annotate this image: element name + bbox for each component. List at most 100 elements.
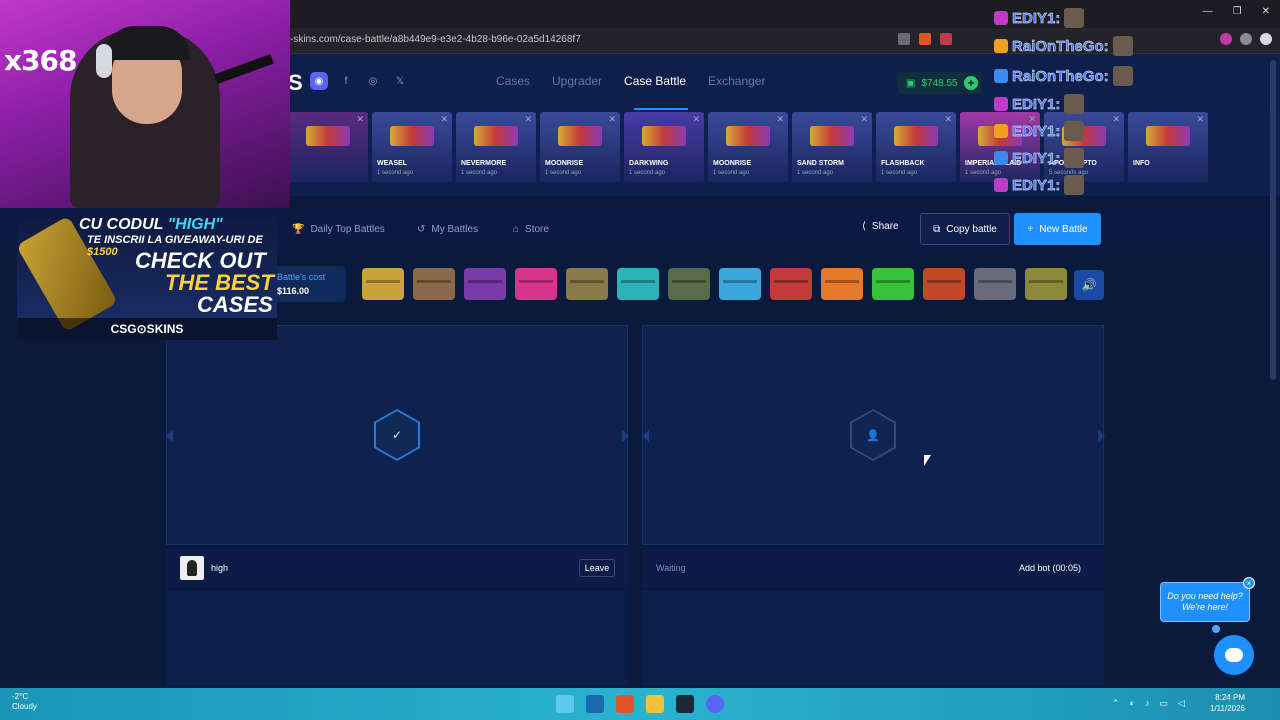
close-icon[interactable]: ✕: [524, 114, 532, 125]
battle-case-item[interactable]: [617, 268, 659, 300]
start-icon[interactable]: [556, 695, 574, 713]
battle-case-item[interactable]: [464, 268, 506, 300]
drop-time: 1 second ago: [797, 170, 834, 176]
weather-widget[interactable]: -2°C Cloudy: [12, 692, 37, 712]
sound-toggle-button[interactable]: 🔊: [1074, 270, 1104, 300]
leave-button[interactable]: Leave: [579, 559, 615, 577]
add-bot-button[interactable]: Add bot (00:05): [1012, 559, 1088, 577]
copy-battle-label: Copy battle: [946, 223, 997, 235]
live-drop-item[interactable]: ✕: [288, 112, 368, 182]
battle-case-item[interactable]: [974, 268, 1016, 300]
promo-line-3: CHECK OUT: [135, 248, 266, 273]
discord-app-icon[interactable]: [706, 695, 724, 713]
nav-exchanger[interactable]: Exchanger: [708, 74, 765, 88]
drop-skin-name: MOONRISE: [545, 160, 584, 167]
url-text[interactable]: -skins.com/case-battle/a8b449e9-e3e2-4b2…: [290, 34, 581, 45]
network-icon[interactable]: ▭: [1159, 698, 1168, 709]
taskbar-clock[interactable]: 8:24 PM 1/11/2026: [1210, 692, 1245, 714]
drop-time: 1 second ago: [461, 170, 498, 176]
share-page-icon[interactable]: [898, 33, 910, 45]
microphone-tray-icon[interactable]: ♪: [1145, 698, 1150, 709]
battle-case-item[interactable]: [923, 268, 965, 300]
chat-message: EDIY1:: [994, 121, 1085, 141]
battle-case-item[interactable]: [719, 268, 761, 300]
drop-time: 1 second ago: [629, 170, 666, 176]
close-icon[interactable]: ✕: [776, 114, 784, 125]
copy-battle-button[interactable]: ⧉ Copy battle: [920, 213, 1010, 245]
live-drop-item[interactable]: FLASHBACK 1 second ago ✕: [876, 112, 956, 182]
close-icon[interactable]: ✕: [608, 114, 616, 125]
chat-badge-icon: [994, 178, 1008, 192]
battle-case-item[interactable]: [1025, 268, 1067, 300]
nav-upgrader[interactable]: Upgrader: [552, 74, 602, 88]
close-icon[interactable]: ✕: [440, 114, 448, 125]
player-2-items: [642, 590, 1104, 686]
battle-case-item[interactable]: [821, 268, 863, 300]
chat-username: EDIY1:: [1012, 149, 1061, 167]
chat-message: EDIY1:: [994, 175, 1085, 195]
tray-app-icon[interactable]: ◐: [1130, 698, 1135, 709]
chat-badge-icon: [994, 11, 1008, 25]
close-icon[interactable]: ✕: [692, 114, 700, 125]
share-button[interactable]: ⟨ Share: [862, 221, 899, 232]
live-drop-item[interactable]: NEVERMORE 1 second ago ✕: [456, 112, 536, 182]
my-battles-link[interactable]: ↺ My Battles: [417, 224, 478, 235]
close-icon[interactable]: ✕: [944, 114, 952, 125]
deposit-button[interactable]: +: [964, 76, 978, 90]
browser-toolbar-icons: [898, 33, 952, 45]
task-view-icon[interactable]: [586, 695, 604, 713]
help-bubble[interactable]: Do you need help? We're here!: [1160, 582, 1250, 622]
battle-cases-list: [362, 268, 1067, 300]
arena-1-left-marker: [166, 430, 173, 442]
discord-icon[interactable]: ◉: [310, 72, 328, 90]
volume-icon[interactable]: ◁: [1178, 698, 1185, 709]
battle-case-item[interactable]: [668, 268, 710, 300]
new-battle-button[interactable]: + New Battle: [1014, 213, 1101, 245]
mouse-cursor: [924, 455, 931, 466]
close-icon[interactable]: ✕: [860, 114, 868, 125]
x-icon[interactable]: 𝕏: [391, 72, 409, 90]
battle-case-item[interactable]: [413, 268, 455, 300]
daily-top-battles-link[interactable]: 🏆 Daily Top Battles: [292, 224, 385, 235]
live-drop-item[interactable]: SAND STORM 1 second ago ✕: [792, 112, 872, 182]
battle-cost-value: $116.00: [277, 286, 310, 296]
player-name[interactable]: high: [211, 563, 228, 573]
brave-shield-icon[interactable]: [919, 33, 931, 45]
live-drop-item[interactable]: MOONRISE 1 second ago ✕: [540, 112, 620, 182]
clock-time: 8:24 PM: [1215, 693, 1245, 702]
balance-display[interactable]: ▣ $748.55 +: [898, 72, 982, 94]
share-label: Share: [871, 221, 899, 232]
live-drop-item[interactable]: WEASEL 1 second ago ✕: [372, 112, 452, 182]
battle-case-item[interactable]: [566, 268, 608, 300]
chat-username: EDIY1:: [1012, 95, 1061, 113]
nav-case-battle[interactable]: Case Battle: [624, 74, 686, 88]
battle-case-item[interactable]: [515, 268, 557, 300]
battle-case-item[interactable]: [362, 268, 404, 300]
player-1-items: [166, 590, 628, 686]
nav-cases[interactable]: Cases: [496, 74, 530, 88]
close-icon[interactable]: ✕: [356, 114, 364, 125]
rewards-icon[interactable]: [940, 33, 952, 45]
brave-browser-icon[interactable]: [616, 695, 634, 713]
help-indicator: [1212, 625, 1220, 633]
site-logo[interactable]: S: [288, 70, 303, 96]
chat-username: RaiOnTheGo:: [1012, 37, 1109, 55]
file-explorer-icon[interactable]: [646, 695, 664, 713]
battle-case-item[interactable]: [770, 268, 812, 300]
drop-time: 1 second ago: [881, 170, 918, 176]
facebook-icon[interactable]: f: [337, 72, 355, 90]
instagram-icon[interactable]: ◎: [364, 72, 382, 90]
weapon-skin-image: [810, 126, 854, 146]
speaker-icon: 🔊: [1081, 278, 1097, 292]
chat-username: EDIY1:: [1012, 122, 1061, 140]
battle-case-item[interactable]: [872, 268, 914, 300]
avatar[interactable]: [180, 556, 204, 580]
live-drop-item[interactable]: DARKWING 1 second ago ✕: [624, 112, 704, 182]
live-drop-item[interactable]: MOONRISE 1 second ago ✕: [708, 112, 788, 182]
help-close-button[interactable]: ×: [1243, 577, 1255, 589]
store-link[interactable]: ⌂ Store: [513, 224, 549, 235]
tray-chevron-icon[interactable]: ⌃: [1112, 698, 1120, 709]
support-chat-button[interactable]: [1214, 635, 1254, 675]
steam-icon[interactable]: [676, 695, 694, 713]
stream-chat-overlay: EDIY1: RaiOnTheGo: RaiOnTheGo: EDIY1: EDIY1:…: [990, 4, 1280, 195]
